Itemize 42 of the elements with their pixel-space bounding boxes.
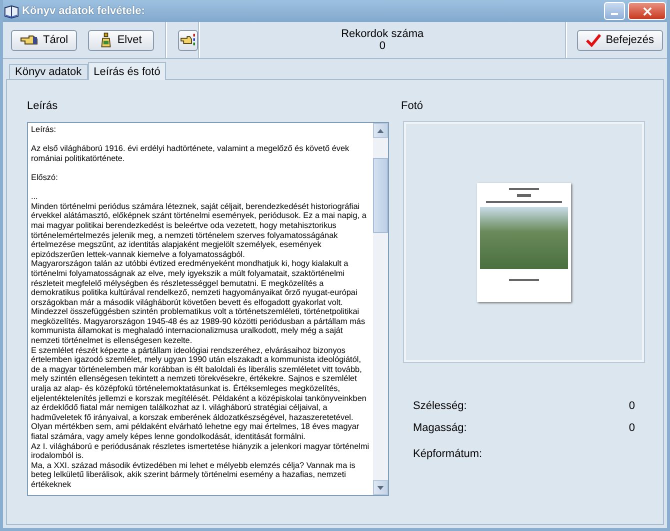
text-paragraph: Magyarországon talán az utóbbi évtized eredményeként mondhatjuk ki, hogy kialakult a történelmi folyamatosságnak az elve, mely igyekszik a múlt folyamatait, szaktörténelmi részleteit megfelelő mélységben és részletességgel bemutatni. E megközelítés a demokratikus politika kultúrával rendelkező, nemzeti hagyományaikat őrző nyugat-európai országokban már a második világháborút követően bevett és elfogadott gyakorlat volt. — [31, 259, 358, 308]
text-paragraph: Az első világháború 1916. évi erdélyi hadtörténete, valamint a megelőző és követő évek romániai politikatörténete. — [31, 144, 350, 164]
close-button[interactable] — [628, 2, 666, 20]
photo-label: Fotó — [401, 100, 424, 114]
close-icon — [642, 6, 652, 16]
bottle-icon — [100, 32, 112, 48]
minimize-button[interactable] — [604, 2, 625, 20]
minimize-icon — [611, 13, 618, 15]
record-count: 0 — [378, 40, 386, 52]
text-paragraph: Mindezzel összefüggésben szintén problematikus volt a történetszemléleti, történetpolitikai megközelítés. Magyarországon 1945-48 és az 1989-90 közötti periódusban a pártállam más kommunista államokat is meghaladó internacionalizmusa uralkodott, mely még a saját nemzeti történelmet is ellenségesen kezelte. — [31, 307, 366, 346]
scroll-down-button[interactable] — [373, 480, 388, 495]
text-paragraph: Minden történelmi periódus számára léteznek, saját céljait, berendezkedését historiográfiai érvekkel alátámasztó, előképnek szánt történelmi események, periódusok. Ez a mai napig, a mai magyar politikai berendezkedést is beleértve oda vezetett, hogy metahisztorikus történelemértelmezés jelenik meg, a nemzeti történelem szerves folyamatosságának értelmezése megszűnt, az identitás alapjaként megjelölt személyek, események epizódszerűen lettek-vannak kiemelve a folyamatosságból. — [31, 202, 368, 260]
hand-list-icon — [180, 33, 196, 47]
scrollbar[interactable] — [373, 123, 388, 495]
list-button[interactable] — [178, 30, 198, 50]
up-arrow-icon — [377, 128, 384, 132]
window-title: Könyv adatok felvétele: — [22, 5, 145, 17]
text-paragraph: Az I. világháború e periódusának részletes ismertetése hiányzik a jelenkori magyar történelmi irodalomból is. — [31, 442, 370, 461]
field-label: Magasság: — [413, 422, 467, 435]
text-paragraph: ... — [31, 192, 39, 202]
scroll-thumb[interactable] — [373, 158, 388, 233]
text-paragraph: E szemlélet részét képezte a pártállam ideológiai rendszeréhez, elvárásaihoz bizonyos értelemben igazodó szemlélet, mely ugyan 1990 után elszakadt a kommunista ideológiától, de a magyar történelemben már korábban is élt baloldali és liberális szemléletet vitt tovább, mely szintén ellenségesen tekintett a nemzeti törekvésekre, értékekre. Sajnos e szemlélet uralja az alap- és középfokú történelemoktatásunkat is. Értéksemleges megközelítés, eljelentéktelenítés jellemzi e korszak megítélését. Példaként a középiskolai tankönyveinkben az érdeklődő fiatal már nemigen találkozhat az I. világháború stratégiai céljaival, a hadműveletek fő irányaival, a korszak emberének áldozatkészségével, hazaszeretetével. Olyan mértékben sem, ami példaként elvárható lehetne egy mai értelmes, 18 éves magyar fiatal számára, vagy amely képes lenne gondolkodását, identitását formálni. — [31, 346, 368, 442]
book-icon — [4, 4, 19, 18]
down-arrow-icon — [377, 486, 384, 490]
pointing-hand-icon — [20, 34, 38, 46]
text-paragraph: Előszó: — [31, 172, 59, 183]
scroll-up-button[interactable] — [373, 123, 388, 138]
record-count-label: Rekordok száma — [340, 28, 425, 40]
text-paragraph: Ma, a XXI. század második évtizedében mi lehet e mélyebb elemzés célja? Vannak ma is beteg lelkületű liberálisok, akik szerint bármely történelmi esemény a hazafias, nemzeti értékeknek — [31, 460, 356, 490]
field-value: 0 — [628, 400, 635, 413]
finish-button[interactable]: Befejezés — [576, 30, 663, 50]
field-label: Képformátum: — [413, 448, 482, 461]
store-button[interactable]: Tárol — [11, 30, 78, 50]
field-label: Szélesség: — [413, 400, 467, 413]
tab[interactable]: Könyv adatok — [9, 64, 88, 79]
description-label: Leírás — [27, 100, 59, 114]
discard-button[interactable]: Elvet — [88, 30, 154, 50]
description-field[interactable] — [27, 122, 389, 496]
field-value: 0 — [628, 422, 635, 435]
checkmark-icon — [586, 34, 601, 46]
text-paragraph: Leírás: — [31, 125, 58, 135]
tab[interactable]: Leírás és fotó — [88, 62, 166, 80]
